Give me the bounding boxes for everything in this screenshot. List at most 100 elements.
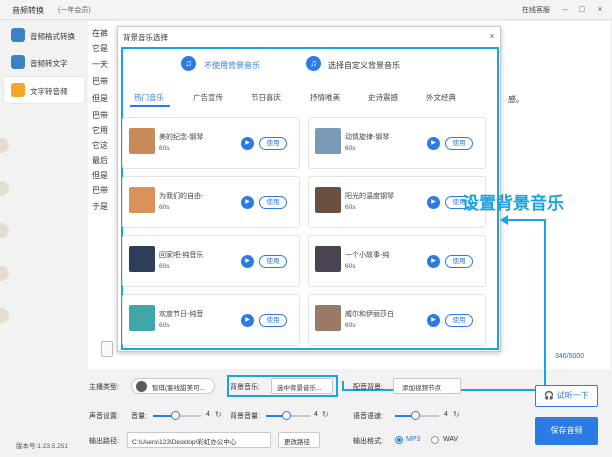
music-card[interactable]: 回家吧-纯音乐 60s ▶ 使用 xyxy=(122,235,300,287)
music-name: 一个小故事-纯 xyxy=(345,252,390,259)
music-note-icon: ♫ xyxy=(181,56,196,71)
music-thumbnail xyxy=(315,128,341,154)
tab-lyrical[interactable]: 抒情唯美 xyxy=(310,92,340,103)
output-path-label: 输出路径: xyxy=(89,438,119,445)
annotation-label: 设置背景音乐 xyxy=(462,194,564,213)
bg-volume-slider-knob[interactable] xyxy=(282,411,291,420)
tab-advertising[interactable]: 广告宣传 xyxy=(193,92,223,103)
preview-button[interactable]: 🎧 试听一下 xyxy=(535,385,598,407)
music-card[interactable]: 阳光的温度钢琴 60s ▶ 使用 xyxy=(308,176,486,228)
sidebar-item-audio-to-text[interactable]: 音频转文字 xyxy=(4,49,84,75)
play-icon[interactable]: ▶ xyxy=(241,314,254,327)
close-button[interactable]: × xyxy=(593,2,607,16)
binder-ring xyxy=(0,223,9,238)
use-button[interactable]: 使用 xyxy=(445,255,473,268)
char-count: 346/5000 xyxy=(555,353,585,360)
volume-slider-knob[interactable] xyxy=(171,411,180,420)
speed-label: 语音语速: xyxy=(353,413,383,420)
add-video-node-button[interactable]: 添加视频节点 xyxy=(393,378,461,394)
tab-festive[interactable]: 节日喜庆 xyxy=(251,92,281,103)
reset-icon[interactable]: ↻ xyxy=(453,410,460,419)
active-tab-underline xyxy=(130,105,170,107)
play-icon[interactable]: ▶ xyxy=(427,314,440,327)
use-button[interactable]: 使用 xyxy=(445,314,473,327)
play-icon[interactable]: ▶ xyxy=(241,137,254,150)
play-icon[interactable]: ▶ xyxy=(427,255,440,268)
bg-volume-label: 背景音量: xyxy=(230,413,260,420)
format-mp3-radio[interactable] xyxy=(395,436,403,444)
music-card[interactable]: 欢度节日-纯音 60s ▶ 使用 xyxy=(122,294,300,346)
maximize-button[interactable]: □ xyxy=(575,2,589,16)
music-thumbnail xyxy=(315,187,341,213)
music-duration: 60s xyxy=(345,322,356,329)
music-card[interactable]: 美的纪念-钢琴 60s ▶ 使用 xyxy=(122,117,300,169)
binder-ring xyxy=(0,138,9,153)
music-card[interactable]: 为我们的自由- 60s ▶ 使用 xyxy=(122,176,300,228)
use-button[interactable]: 使用 xyxy=(259,314,287,327)
editor-line: 于是 xyxy=(92,202,108,211)
music-duration: 60s xyxy=(345,145,356,152)
music-thumbnail xyxy=(315,246,341,272)
sidebar-item-text-to-audio[interactable]: 文字转音频 xyxy=(4,77,84,103)
bg-volume-slider[interactable] xyxy=(266,411,310,420)
use-button[interactable]: 使用 xyxy=(445,137,473,150)
play-icon[interactable]: ▶ xyxy=(241,255,254,268)
sidebar-item-label: 音频转文字 xyxy=(30,59,68,68)
host-select[interactable]: 智琪(客线甜美可... xyxy=(131,378,215,394)
online-help-link[interactable]: 在线客服 xyxy=(522,5,550,15)
option-custom-bgm[interactable]: 选择自定义背景音乐 xyxy=(328,60,400,71)
editor-line: 它这 xyxy=(92,141,108,150)
output-path-field[interactable]: C:\Users\123\Desktop\彩虹办公中心 xyxy=(127,432,271,448)
avatar xyxy=(136,381,147,392)
binder-ring xyxy=(0,181,9,196)
change-path-button[interactable]: 更改路径 xyxy=(278,432,320,448)
format-wav-radio[interactable] xyxy=(431,436,439,444)
option-no-bgm[interactable]: 不使用背景音乐 xyxy=(204,60,260,71)
music-name: 美的纪念-钢琴 xyxy=(159,134,204,141)
editor-line: 巴带 xyxy=(92,77,108,86)
music-duration: 60s xyxy=(159,263,170,270)
speed-slider-knob[interactable] xyxy=(411,411,420,420)
music-duration: 60s xyxy=(345,263,356,270)
use-button[interactable]: 使用 xyxy=(259,255,287,268)
volume-slider[interactable] xyxy=(153,411,201,420)
title-bar: 音频转换 (一年会员) 在线客服 – □ × xyxy=(0,0,612,20)
play-icon[interactable]: ▶ xyxy=(427,196,440,209)
dialog-close-button[interactable]: × xyxy=(486,30,498,42)
preview-button-label: 试听一下 xyxy=(556,391,589,400)
use-button[interactable]: 使用 xyxy=(259,137,287,150)
music-note-icon: ♫ xyxy=(306,56,321,71)
version-label: 版本号:1.23.5.251 xyxy=(16,443,69,450)
speed-slider[interactable] xyxy=(395,411,439,420)
music-name: 回家吧-纯音乐 xyxy=(159,252,204,259)
reset-icon[interactable]: ↻ xyxy=(215,410,222,419)
sidebar-item-format-convert[interactable]: 音频格式转换 xyxy=(4,22,84,48)
editor-line: 它是 xyxy=(92,44,108,53)
music-name: 威尔和伊丽莎白 xyxy=(345,311,394,318)
music-card[interactable]: 动情旋律-钢琴 60s ▶ 使用 xyxy=(308,117,486,169)
use-button[interactable]: 使用 xyxy=(259,196,287,209)
binder-ring xyxy=(0,308,9,323)
minimize-button[interactable]: – xyxy=(558,2,572,16)
editor-tool-button[interactable] xyxy=(101,341,113,357)
music-thumbnail xyxy=(315,305,341,331)
output-format-label: 输出格式: xyxy=(353,438,383,445)
format-wav-label: WAV xyxy=(443,436,459,443)
music-card[interactable]: 威尔和伊丽莎白 60s ▶ 使用 xyxy=(308,294,486,346)
bgm-dialog: 背景音乐选择 × ♫ 不使用背景音乐 ♫ 选择自定义背景音乐 热门音乐 广告宣传… xyxy=(117,26,501,352)
music-card[interactable]: 一个小故事-纯 60s ▶ 使用 xyxy=(308,235,486,287)
play-icon[interactable]: ▶ xyxy=(241,196,254,209)
editor-line: 一天 xyxy=(92,60,108,69)
format-mp3-label: MP3 xyxy=(406,436,421,443)
tab-foreign-classic[interactable]: 外文经典 xyxy=(426,92,456,103)
editor-line: 它用 xyxy=(92,126,108,135)
sidebar-item-label: 文字转音频 xyxy=(30,87,68,96)
save-audio-button[interactable]: 保存音频 xyxy=(535,417,598,445)
headphones-icon: 🎧 xyxy=(544,391,555,400)
tab-epic[interactable]: 史诗震撼 xyxy=(368,92,398,103)
tab-hot-music[interactable]: 热门音乐 xyxy=(134,92,164,103)
text-to-audio-icon xyxy=(11,83,25,97)
reset-icon[interactable]: ↻ xyxy=(322,410,329,419)
play-icon[interactable]: ▶ xyxy=(427,137,440,150)
music-name: 阳光的温度钢琴 xyxy=(345,193,394,200)
